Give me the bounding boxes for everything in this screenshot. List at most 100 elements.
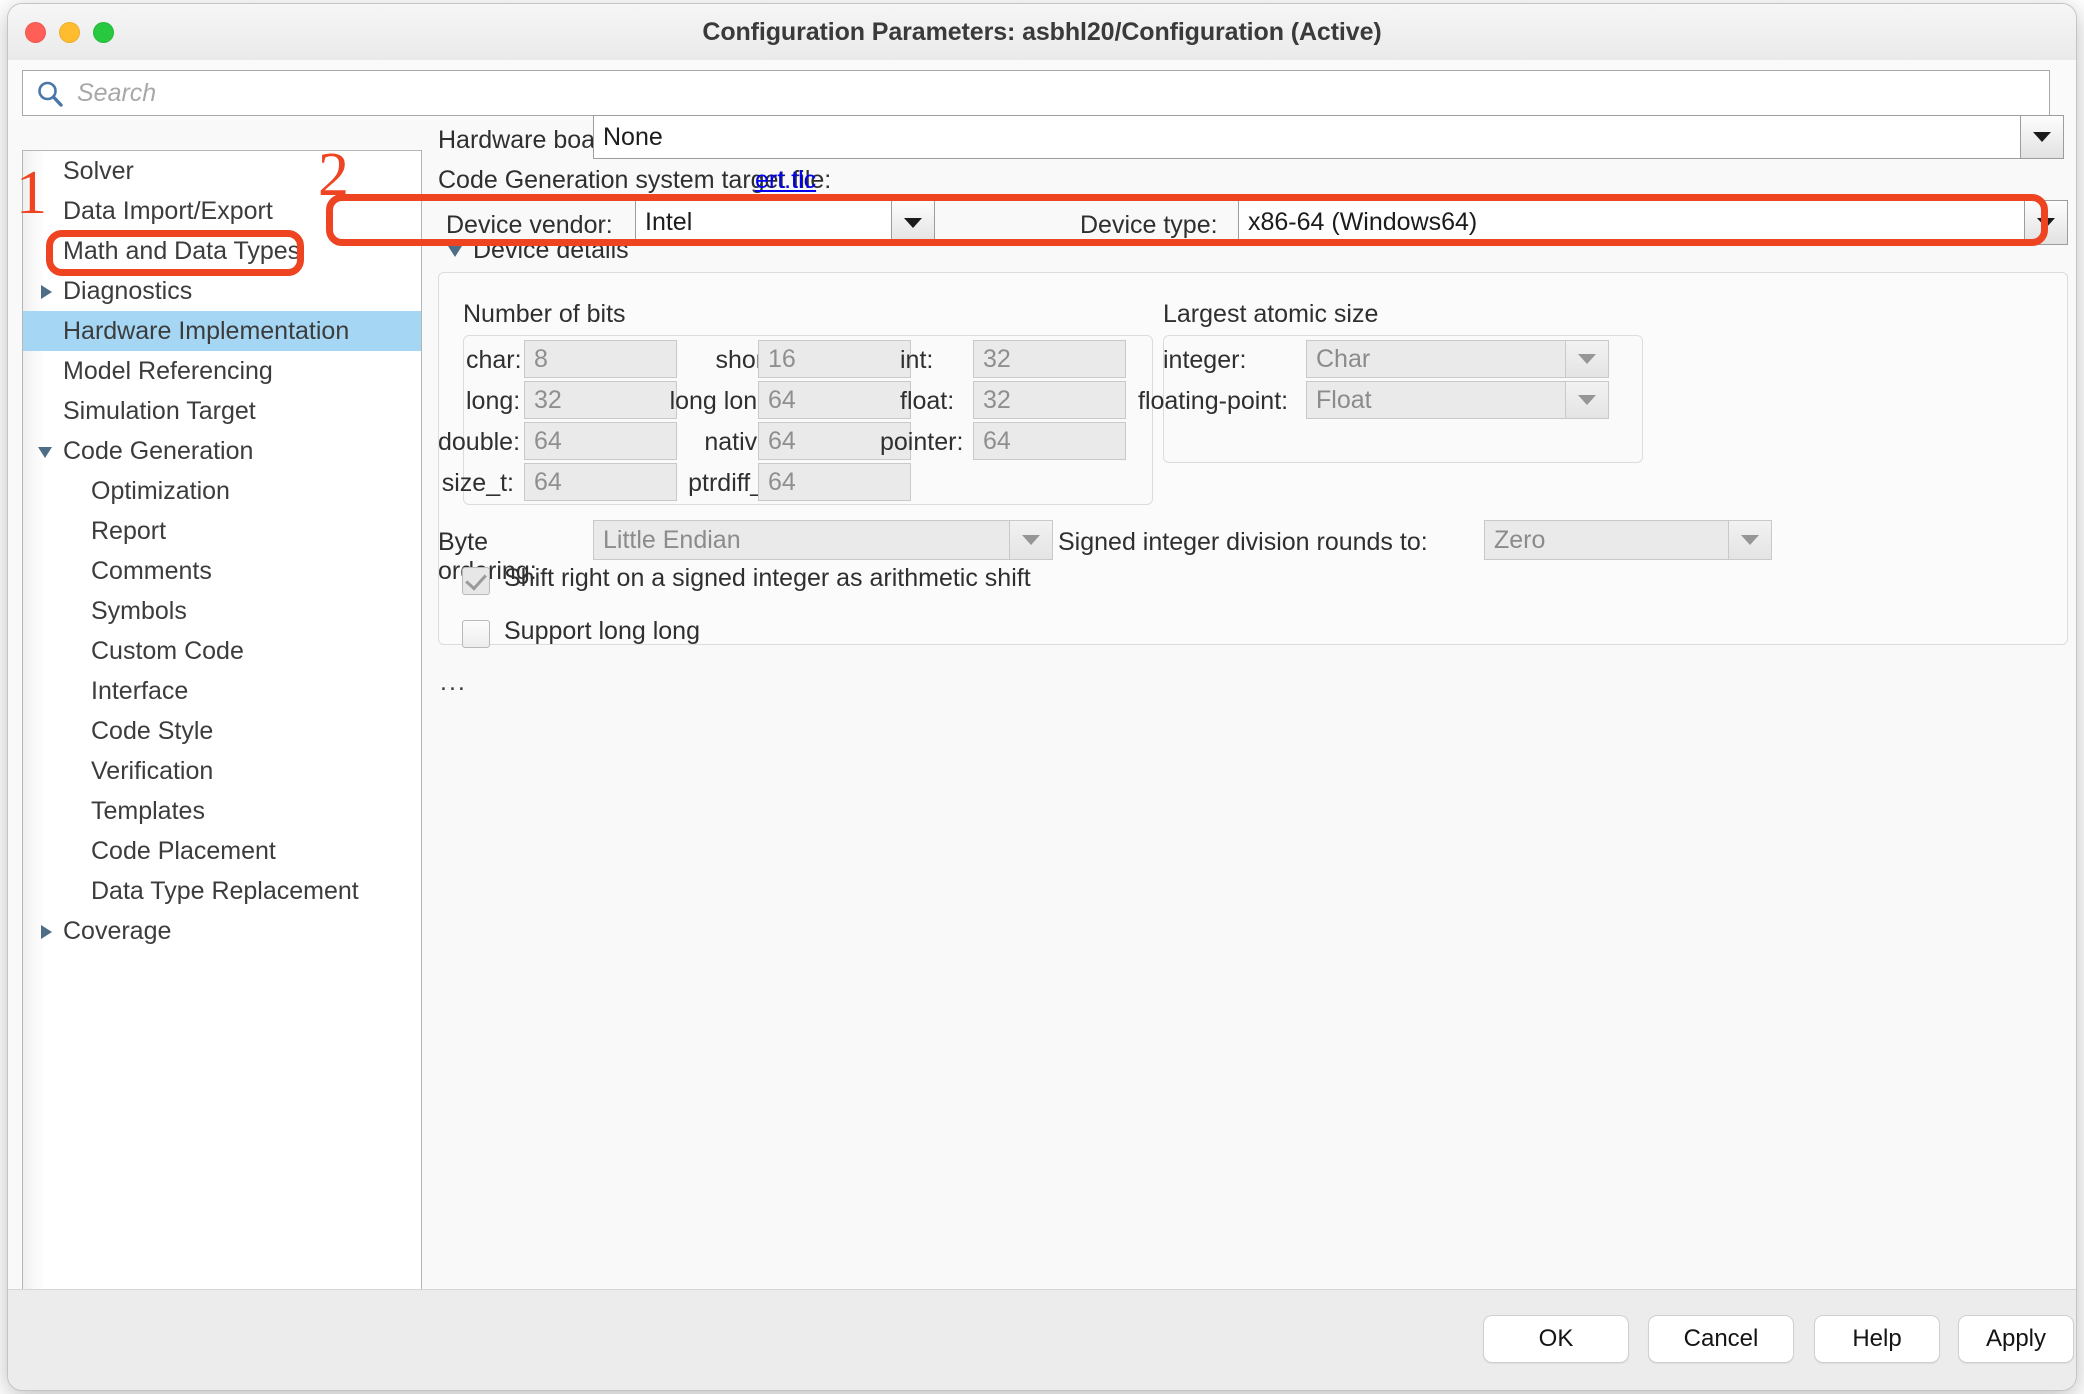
ok-button[interactable]: OK bbox=[1483, 1315, 1629, 1363]
sidebar-item-code-generation[interactable]: Code Generation bbox=[23, 431, 421, 471]
chevron-down-icon[interactable] bbox=[1565, 382, 1608, 418]
atomic-integer-dropdown[interactable]: Char bbox=[1306, 340, 1609, 378]
overflow-ellipsis: ... bbox=[440, 668, 467, 697]
device-details-title: Device details bbox=[473, 236, 629, 265]
sidebar-item-label: Hardware Implementation bbox=[63, 317, 349, 345]
byte-ordering-dropdown[interactable]: Little Endian bbox=[593, 520, 1053, 560]
sidebar-item-solver[interactable]: Solver bbox=[23, 151, 421, 191]
sidebar-item-optimization[interactable]: Optimization bbox=[23, 471, 421, 511]
chevron-down-icon[interactable] bbox=[1565, 341, 1608, 377]
chevron-right-icon[interactable] bbox=[41, 925, 52, 939]
bits-value-native: 64 bbox=[768, 427, 796, 456]
device-type-dropdown[interactable]: x86-64 (Windows64) bbox=[1238, 200, 2068, 245]
bits-label-double: double: bbox=[438, 428, 514, 457]
atomic-integer-label: integer: bbox=[1163, 346, 1293, 375]
chevron-down-icon[interactable] bbox=[891, 201, 934, 244]
bits-label-pointer: pointer: bbox=[880, 428, 970, 457]
target-file-link[interactable]: ert.tlc bbox=[755, 166, 816, 195]
sidebar-item-data-import-export[interactable]: Data Import/Export bbox=[23, 191, 421, 231]
sidebar-item-report[interactable]: Report bbox=[23, 511, 421, 551]
hardware-board-value: None bbox=[594, 116, 2020, 158]
bits-input-double[interactable]: 64 bbox=[524, 422, 677, 460]
sidebar-item-data-type-replacement[interactable]: Data Type Replacement bbox=[23, 871, 421, 911]
bits-value-long-long: 64 bbox=[768, 386, 796, 415]
bits-input-int[interactable]: 32 bbox=[973, 340, 1126, 378]
bits-value-long: 32 bbox=[534, 386, 562, 415]
sidebar-item-label: Report bbox=[91, 517, 166, 545]
cancel-button[interactable]: Cancel bbox=[1648, 1315, 1794, 1363]
settings-tree[interactable]: Solver Data Import/Export Math and Data Ty… bbox=[22, 150, 422, 1290]
signed-division-dropdown[interactable]: Zero bbox=[1484, 520, 1772, 560]
chevron-right-icon[interactable] bbox=[41, 285, 52, 299]
sidebar-item-label: Comments bbox=[91, 557, 212, 585]
sidebar-item-code-placement[interactable]: Code Placement bbox=[23, 831, 421, 871]
bits-input-pointer[interactable]: 64 bbox=[973, 422, 1126, 460]
sidebar-item-label: Code Generation bbox=[63, 437, 253, 465]
sidebar-item-code-style[interactable]: Code Style bbox=[23, 711, 421, 751]
byte-ordering-value: Little Endian bbox=[594, 521, 1009, 559]
hardware-board-dropdown[interactable]: None bbox=[593, 115, 2064, 159]
help-button[interactable]: Help bbox=[1814, 1315, 1940, 1363]
sidebar-item-diagnostics[interactable]: Diagnostics bbox=[23, 271, 421, 311]
bits-value-ptrdiff-t: 64 bbox=[768, 468, 796, 497]
number-of-bits-title: Number of bits bbox=[463, 300, 626, 329]
search-bar-row: Search bbox=[8, 60, 2076, 120]
support-long-long-checkbox[interactable] bbox=[462, 620, 490, 648]
bits-label-char: char: bbox=[466, 346, 514, 375]
atomic-floating-point-dropdown[interactable]: Float bbox=[1306, 381, 1609, 419]
sidebar-item-verification[interactable]: Verification bbox=[23, 751, 421, 791]
atomic-floating-point-label: floating-point: bbox=[1138, 387, 1293, 416]
signed-division-label: Signed integer division rounds to: bbox=[1058, 528, 1478, 557]
bits-value-float: 32 bbox=[983, 386, 1011, 415]
chevron-down-icon[interactable] bbox=[2020, 116, 2063, 158]
bits-label-int: int: bbox=[900, 346, 970, 375]
bits-input-char[interactable]: 8 bbox=[524, 340, 677, 378]
sidebar-item-label: Verification bbox=[91, 757, 213, 785]
sidebar-item-comments[interactable]: Comments bbox=[23, 551, 421, 591]
hardware-implementation-pane: Hardware board: None Code Generation sys… bbox=[438, 120, 2076, 1290]
title-bar: Configuration Parameters: asbhl20/Config… bbox=[8, 4, 2076, 61]
sidebar-item-symbols[interactable]: Symbols bbox=[23, 591, 421, 631]
sidebar-item-label: Diagnostics bbox=[63, 277, 192, 305]
sidebar-item-custom-code[interactable]: Custom Code bbox=[23, 631, 421, 671]
bits-value-int: 32 bbox=[983, 345, 1011, 374]
bits-input-ptrdiff-t[interactable]: 64 bbox=[758, 463, 911, 501]
bits-value-size-t: 64 bbox=[534, 468, 562, 497]
sidebar-item-templates[interactable]: Templates bbox=[23, 791, 421, 831]
chevron-down-icon[interactable] bbox=[1728, 521, 1771, 559]
search-input[interactable]: Search bbox=[22, 70, 2050, 116]
sidebar-item-interface[interactable]: Interface bbox=[23, 671, 421, 711]
bits-label-long-long: long long: bbox=[618, 387, 778, 416]
signed-division-value: Zero bbox=[1485, 521, 1728, 559]
sidebar-item-label: Coverage bbox=[63, 917, 171, 945]
bits-input-float[interactable]: 32 bbox=[973, 381, 1126, 419]
dialog-footer: OK Cancel Help Apply bbox=[8, 1289, 2076, 1390]
chevron-down-icon[interactable] bbox=[38, 447, 52, 458]
sidebar-item-simulation-target[interactable]: Simulation Target bbox=[23, 391, 421, 431]
atomic-integer-value: Char bbox=[1307, 341, 1565, 377]
content-area: Solver Data Import/Export Math and Data Ty… bbox=[8, 120, 2076, 1290]
sidebar-item-coverage[interactable]: Coverage bbox=[23, 911, 421, 951]
sidebar-item-model-referencing[interactable]: Model Referencing bbox=[23, 351, 421, 391]
apply-button[interactable]: Apply bbox=[1958, 1315, 2074, 1363]
bits-label-size-t: size_t: bbox=[438, 469, 514, 498]
sidebar-item-hardware-implementation[interactable]: Hardware Implementation bbox=[23, 311, 421, 351]
sidebar-item-label: Data Type Replacement bbox=[91, 877, 359, 905]
sidebar-item-label: Data Import/Export bbox=[63, 197, 273, 225]
chevron-down-icon[interactable] bbox=[1009, 521, 1052, 559]
bits-label-float: float: bbox=[900, 387, 970, 416]
search-icon bbox=[35, 79, 65, 109]
bits-value-char: 8 bbox=[534, 345, 548, 374]
device-type-value: x86-64 (Windows64) bbox=[1239, 201, 2024, 244]
chevron-down-icon[interactable] bbox=[2024, 201, 2067, 244]
check-icon bbox=[465, 568, 487, 590]
bits-input-short[interactable]: 16 bbox=[758, 340, 911, 378]
shift-right-label: Shift right on a signed integer as arith… bbox=[504, 564, 1031, 593]
bits-input-long-long[interactable]: 64 bbox=[758, 381, 911, 419]
device-details-disclosure-icon[interactable] bbox=[448, 246, 462, 257]
sidebar-item-label: Math and Data Types bbox=[63, 237, 300, 265]
shift-right-checkbox[interactable] bbox=[462, 567, 490, 595]
sidebar-item-math-and-data-types[interactable]: Math and Data Types bbox=[23, 231, 421, 271]
device-vendor-dropdown[interactable]: Intel bbox=[635, 200, 935, 245]
sidebar-item-label: Interface bbox=[91, 677, 188, 705]
